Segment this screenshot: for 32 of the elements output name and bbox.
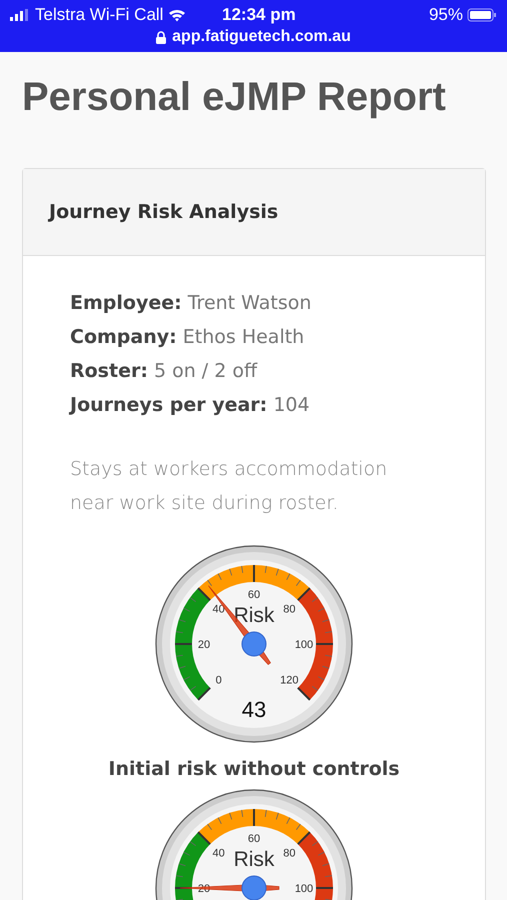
detail-line: Company: Ethos Health	[70, 325, 306, 350]
gauge-label: Risk	[234, 604, 274, 627]
scale-label: 120	[280, 674, 299, 686]
scale-label: 60	[248, 589, 260, 601]
scale-label: 60	[248, 833, 260, 845]
scale-label: 20	[198, 639, 210, 651]
detail-line: Roster: 5 on / 2 off	[70, 359, 258, 384]
scale-label: 40	[212, 848, 225, 860]
gauge-label: Risk	[234, 848, 274, 871]
scale-label: 100	[294, 883, 314, 895]
clock-time: 12:34 pm	[221, 5, 297, 25]
card-title: Journey Risk Analysis	[49, 201, 278, 223]
battery-icon	[467, 8, 497, 22]
wifi-icon	[168, 8, 186, 22]
page-title: Personal eJMP Report	[22, 74, 447, 121]
detail-line: Journeys per year: 104	[70, 393, 311, 418]
roster-note: Stays at workers accommodation near work site during roster.	[70, 457, 388, 516]
scale-label: 0	[216, 674, 222, 686]
lock-icon	[156, 30, 166, 44]
gauge-caption: Initial risk without controls	[107, 758, 401, 780]
gauge-hub	[242, 876, 266, 900]
scale-label: 40	[212, 604, 225, 616]
carrier-name: Telstra Wi-Fi Call	[35, 5, 164, 25]
scale-label: 100	[294, 639, 314, 651]
scale-label: 80	[283, 848, 296, 860]
scale-label: 80	[283, 604, 296, 616]
detail-line: Employee: Trent Watson	[70, 291, 312, 316]
gauge-reading: 43	[242, 697, 266, 722]
gauge-hub	[242, 632, 266, 656]
page-address[interactable]: app.fatiguetech.com.au	[172, 28, 351, 46]
battery-percent: 95%	[428, 5, 463, 25]
signal-icon	[10, 9, 30, 21]
